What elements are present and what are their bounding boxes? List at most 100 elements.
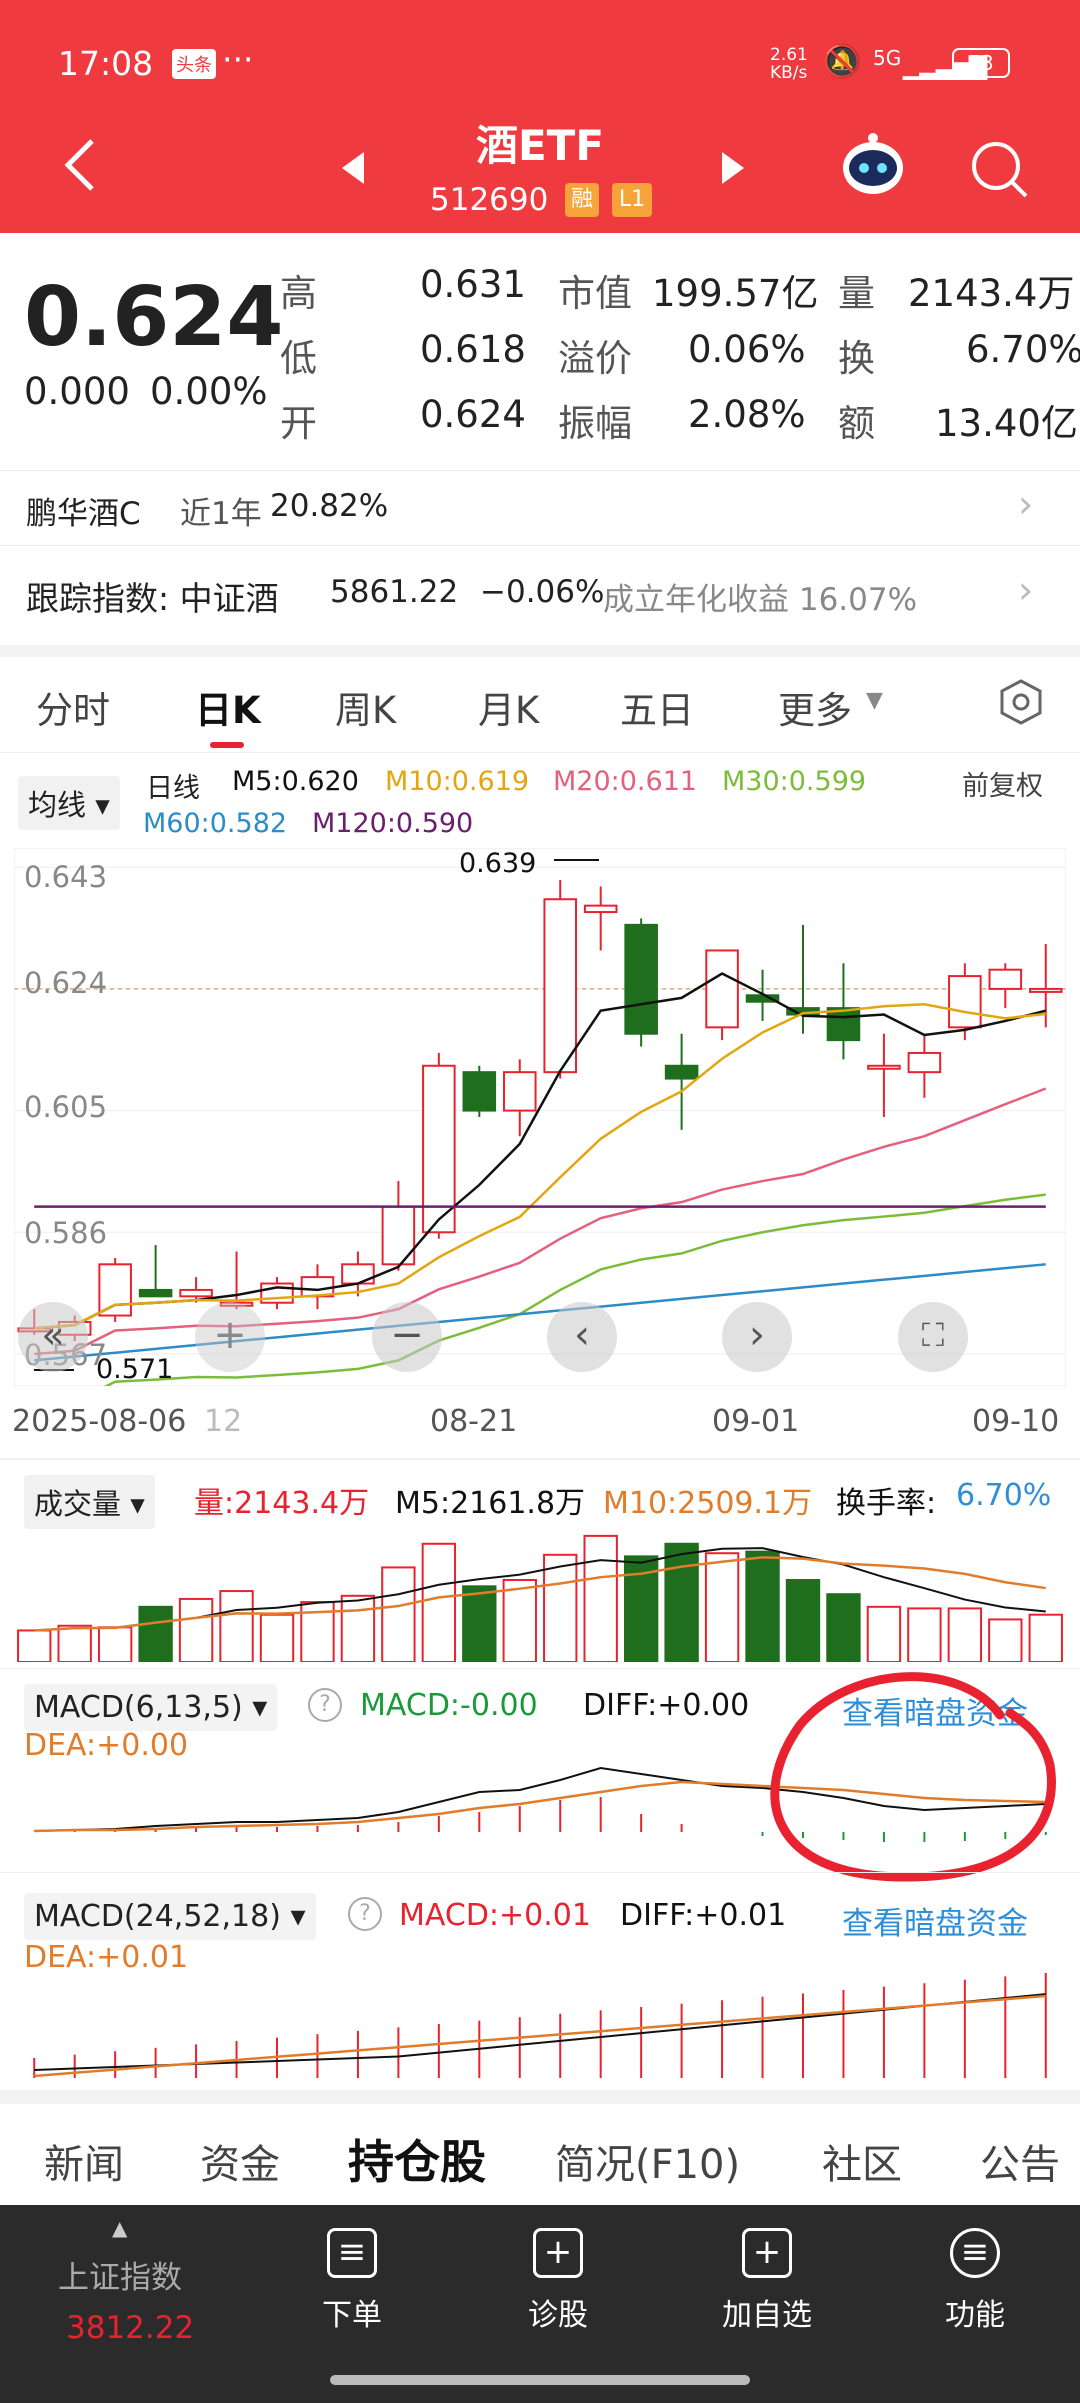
nav-diagnose[interactable]: 诊股 [488, 2290, 628, 2334]
macd2-selector[interactable]: MACD(24,52,18) ▾ [24, 1893, 316, 1940]
diagnose-icon[interactable]: + [533, 2228, 583, 2278]
candle [705, 949, 739, 1029]
stock-title: 酒ETF [475, 121, 605, 170]
candle [826, 1007, 861, 1042]
adjust-label[interactable]: 前复权 [962, 764, 1043, 803]
status-dots: ··· [222, 40, 254, 79]
scroll-right-icon[interactable]: › [722, 1302, 792, 1372]
candlestick-chart[interactable] [14, 848, 1066, 1386]
open-value: 0.624 [420, 393, 526, 436]
battery-icon: 53 [952, 48, 1010, 78]
robot-assistant-icon[interactable] [838, 130, 908, 200]
tab-news[interactable]: 新闻 [44, 2132, 124, 2190]
amount-value: 13.40亿 [935, 402, 1078, 445]
volume-bar [866, 1605, 902, 1662]
macd1-selector[interactable]: MACD(6,13,5) ▾ [24, 1684, 278, 1731]
search-icon[interactable] [968, 138, 1030, 200]
premium-value: 0.06% [688, 328, 806, 371]
macd2-chart [33, 1973, 1047, 2078]
zoom-in-icon[interactable]: + [195, 1302, 265, 1372]
fullscreen-icon[interactable]: ⛶ [898, 1302, 968, 1372]
toutiao-icon: 头条 [172, 49, 216, 79]
period-label: 日线 [146, 773, 200, 804]
tab-profile[interactable]: 简况(F10) [555, 2132, 740, 2190]
candle [138, 1288, 173, 1298]
tab-holdings[interactable]: 持仓股 [348, 2126, 486, 2192]
volume-bar [502, 1579, 537, 1662]
net-speed: 2.61 KB/s [770, 45, 808, 83]
tab-intraday[interactable]: 分时 [36, 680, 110, 734]
mute-icon: 🔕 [822, 42, 862, 80]
volume-ma10: M10:2509.1万 [603, 1486, 813, 1521]
volume-bar [138, 1605, 173, 1662]
tracking-row[interactable]: 跟踪指数: 中证酒 5861.22 −0.06% 成立年化收益 16.07% › [0, 560, 1080, 630]
tab-announcements[interactable]: 公告 [980, 2132, 1060, 2190]
ma5-label: M5:0.620 [232, 766, 359, 797]
tracking-annual: 成立年化收益 16.07% [603, 582, 918, 618]
zoom-out-icon[interactable]: − [372, 1302, 442, 1372]
tab-daily-k[interactable]: 日K [195, 680, 261, 734]
ma5-line [34, 972, 1047, 1330]
volume-bar [421, 1542, 457, 1662]
amount-label: 额 [838, 402, 875, 445]
tracking-value: 5861.22 [330, 574, 459, 610]
fund-row[interactable]: 鹏华酒C 近1年 20.82% › [0, 472, 1080, 542]
volume-bar [57, 1624, 92, 1662]
candle [502, 1071, 537, 1112]
amplitude-value: 2.08% [688, 393, 806, 436]
mcap-value: 199.57亿 [652, 272, 819, 315]
turnover-value: 6.70% [966, 328, 1080, 371]
candle [179, 1288, 213, 1298]
next-stock-icon[interactable] [718, 148, 748, 188]
fund-name: 鹏华酒C [26, 496, 141, 532]
x-tick: 09-01 [712, 1404, 800, 1439]
help-icon[interactable]: ? [348, 1897, 382, 1931]
fund-return: 20.82% [270, 488, 389, 524]
order-icon[interactable]: ≡ [327, 2228, 377, 2278]
ma10-label: M10:0.619 [385, 766, 530, 797]
caret-up-icon[interactable]: ▲ [112, 2216, 127, 2240]
macd2-dark-pool-link[interactable]: 查看暗盘资金 [842, 1898, 1028, 1943]
macd2-dea-line [34, 1994, 1046, 2078]
level-badge: L1 [612, 183, 652, 217]
candle [543, 898, 578, 1074]
tab-monthly-k[interactable]: 月K [478, 680, 539, 734]
index-name[interactable]: 上证指数 [58, 2252, 182, 2297]
macd2-diff-line [34, 1993, 1046, 2071]
tab-five-day[interactable]: 五日 [620, 680, 694, 734]
candle [341, 1263, 375, 1285]
nav-order[interactable]: 下单 [282, 2290, 422, 2334]
x-tick: 2025-08-06 [12, 1404, 187, 1439]
tab-more[interactable]: 更多 [778, 680, 852, 734]
volume-bar [462, 1585, 497, 1662]
scroll-left-icon[interactable]: ‹ [547, 1302, 617, 1372]
chart-settings-icon[interactable] [996, 677, 1046, 727]
last-price: 0.624 [24, 270, 284, 365]
stock-code: 512690 [430, 182, 549, 218]
margin-badge: 融 [565, 183, 599, 217]
volume-bar [664, 1542, 699, 1662]
help-icon[interactable]: ? [308, 1688, 342, 1722]
macd1-diff: DIFF:+0.00 [583, 1688, 750, 1723]
ma-selector[interactable]: 均线 ▾ [18, 776, 120, 830]
add-watchlist-icon[interactable]: + [742, 2228, 792, 2278]
menu-icon[interactable]: ≡ [950, 2228, 1000, 2278]
candle [988, 968, 1023, 990]
nav-add-watchlist[interactable]: 加自选 [697, 2290, 837, 2334]
tab-weekly-k[interactable]: 周K [335, 680, 396, 734]
candle [583, 904, 618, 914]
fund-period: 近1年 [180, 496, 262, 532]
status-time: 17:08 [58, 44, 154, 83]
tab-community[interactable]: 社区 [822, 2132, 902, 2190]
candle [948, 975, 982, 1029]
nav-functions[interactable]: 功能 [905, 2290, 1045, 2334]
high-value: 0.631 [420, 263, 526, 306]
tab-funds[interactable]: 资金 [200, 2132, 280, 2190]
ma30-label: M30:0.599 [722, 766, 867, 797]
volume-bar [178, 1597, 214, 1662]
macd1-macd: MACD:-0.00 [360, 1688, 538, 1723]
candle [624, 923, 658, 1035]
header-bar: 17:08 头条 ··· 2.61 KB/s 🔕 5G ▁▂▃▅▇ 53 酒ET… [0, 0, 1080, 233]
low-label: 低 [280, 337, 317, 380]
rewind-icon[interactable]: « [18, 1302, 88, 1372]
